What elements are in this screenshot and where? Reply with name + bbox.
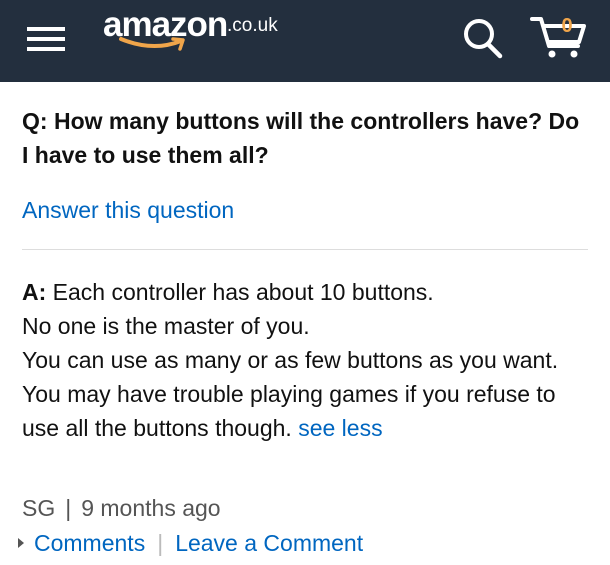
answer-line-2: No one is the master of you. bbox=[22, 313, 310, 339]
comments-link[interactable]: Comments bbox=[34, 530, 145, 556]
answer-author: SG bbox=[22, 495, 56, 521]
see-less-link[interactable]: see less bbox=[298, 415, 382, 441]
answer-line-3-text: You can use as many or as few buttons as… bbox=[22, 347, 559, 441]
answer-prefix: A: bbox=[22, 279, 47, 305]
search-icon bbox=[464, 19, 503, 59]
search-button[interactable] bbox=[462, 16, 504, 60]
answer-question-link[interactable]: Answer this question bbox=[22, 194, 234, 226]
answer-line-1-text: Each controller has about 10 buttons. bbox=[52, 279, 434, 305]
answer-meta: SG | 9 months ago bbox=[22, 492, 221, 524]
menu-icon-bar bbox=[27, 47, 65, 51]
menu-button[interactable] bbox=[27, 24, 65, 54]
logo-domain: .co.uk bbox=[227, 15, 278, 36]
answer-line-3: You can use as many or as few buttons as… bbox=[22, 343, 588, 445]
top-navigation-bar: amazon .co.uk 0 bbox=[0, 0, 610, 82]
answer-text: A: Each controller has about 10 buttons.… bbox=[22, 275, 588, 445]
expand-triangle-icon[interactable] bbox=[18, 537, 24, 548]
question-body: How many buttons will the controllers ha… bbox=[22, 108, 580, 168]
leave-comment-link[interactable]: Leave a Comment bbox=[175, 530, 363, 556]
answer-timestamp: 9 months ago bbox=[81, 495, 221, 521]
actions-separator: | bbox=[157, 530, 164, 556]
amazon-smile-icon bbox=[119, 37, 185, 51]
divider bbox=[22, 249, 588, 250]
menu-icon-bar bbox=[27, 27, 65, 31]
menu-icon-bar bbox=[27, 37, 65, 41]
cart-button[interactable]: 0 bbox=[528, 12, 590, 62]
answer-line-1: A: Each controller has about 10 buttons. bbox=[22, 275, 588, 309]
cart-count-badge: 0 bbox=[561, 15, 573, 37]
question-text: Q: How many buttons will the controllers… bbox=[22, 104, 588, 172]
question-prefix: Q: bbox=[22, 108, 48, 134]
answer-actions: Comments | Leave a Comment bbox=[18, 527, 363, 559]
meta-separator: | bbox=[65, 495, 72, 521]
